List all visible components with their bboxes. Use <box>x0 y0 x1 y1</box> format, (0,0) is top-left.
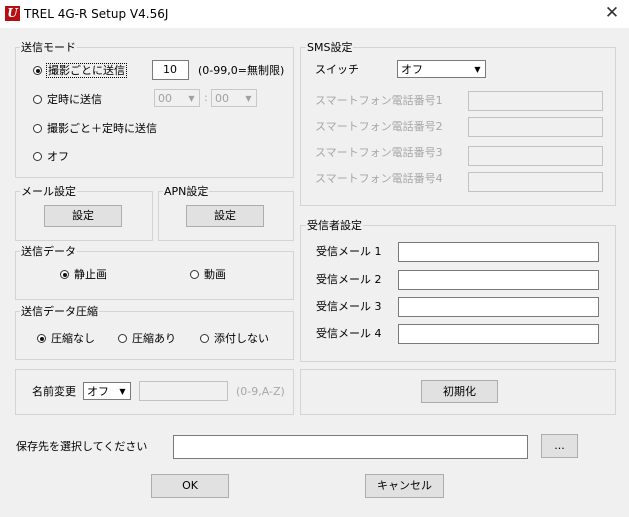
radio-send-scheduled-label[interactable]: 定時に送信 <box>47 93 102 107</box>
recipient-mail-input-1[interactable] <box>398 242 599 262</box>
radio-send-off[interactable] <box>33 152 42 161</box>
compression-legend: 送信データ圧縮 <box>20 305 99 318</box>
sms-phone-label-3: スマートフォン電話番号3 <box>315 146 443 159</box>
radio-video-label[interactable]: 動画 <box>204 268 226 282</box>
radio-send-both-label[interactable]: 撮影ごと＋定時に送信 <box>47 122 157 136</box>
sms-phone-label-2: スマートフォン電話番号2 <box>315 120 443 133</box>
radio-video[interactable] <box>190 270 199 279</box>
rename-label: 名前変更 <box>32 385 76 398</box>
radio-send-both[interactable] <box>33 124 42 133</box>
radio-compression-label[interactable]: 圧縮あり <box>132 332 176 346</box>
app-icon: U <box>5 6 20 21</box>
initialize-button[interactable]: 初期化 <box>421 380 498 403</box>
time-minute-select[interactable]: 00 ▼ <box>211 89 257 107</box>
radio-no-attach-label[interactable]: 添付しない <box>214 332 269 346</box>
mail-settings-button[interactable]: 設定 <box>44 205 122 227</box>
sms-phone-input-2[interactable] <box>468 117 603 137</box>
time-separator: : <box>204 91 208 104</box>
recipient-mail-label-3: 受信メール 3 <box>316 300 382 313</box>
send-count-value: 10 <box>163 63 177 76</box>
recipient-mail-label-2: 受信メール 2 <box>316 273 382 286</box>
radio-compression[interactable] <box>118 334 127 343</box>
sms-phone-label-1: スマートフォン電話番号1 <box>315 94 443 107</box>
radio-still-image-label[interactable]: 静止画 <box>74 268 107 282</box>
apn-settings-legend: APN設定 <box>163 185 210 198</box>
send-mode-legend: 送信モード <box>20 41 77 54</box>
recipient-mail-label-1: 受信メール 1 <box>316 245 382 258</box>
sms-phone-input-4[interactable] <box>468 172 603 192</box>
sms-switch-select[interactable]: オフ ▼ <box>397 60 486 78</box>
sms-switch-value: オフ <box>401 63 423 76</box>
mail-settings-legend: メール設定 <box>20 185 77 198</box>
recipients-legend: 受信者設定 <box>306 219 363 232</box>
ok-button[interactable]: OK <box>151 474 229 498</box>
time-minute-value: 00 <box>215 92 229 105</box>
radio-send-off-label[interactable]: オフ <box>47 150 69 164</box>
mail-settings-button-label: 設定 <box>72 209 94 222</box>
save-path-input[interactable] <box>173 435 528 459</box>
rename-input[interactable] <box>139 381 228 401</box>
browse-button[interactable]: ... <box>541 434 578 458</box>
recipient-mail-label-4: 受信メール 4 <box>316 327 382 340</box>
ok-button-label: OK <box>182 479 198 492</box>
sms-phone-input-3[interactable] <box>468 146 603 166</box>
cancel-button[interactable]: キャンセル <box>365 474 444 498</box>
radio-no-compression[interactable] <box>37 334 46 343</box>
cancel-button-label: キャンセル <box>377 479 432 492</box>
sms-phone-label-4: スマートフォン電話番号4 <box>315 172 443 185</box>
chevron-down-icon: ▼ <box>245 93 252 103</box>
chevron-down-icon: ▼ <box>188 93 195 103</box>
send-count-hint: (0-99,0=無制限) <box>198 64 285 77</box>
initialize-button-label: 初期化 <box>443 385 476 398</box>
sms-switch-label: スイッチ <box>315 63 359 76</box>
apn-settings-button[interactable]: 設定 <box>186 205 264 227</box>
recipient-mail-input-2[interactable] <box>398 270 599 290</box>
window-title: TREL 4G-R Setup V4.56J <box>24 7 169 21</box>
chevron-down-icon: ▼ <box>119 386 126 396</box>
close-icon[interactable]: ✕ <box>600 2 624 24</box>
rename-select-value: オフ <box>87 385 109 398</box>
radio-no-attach[interactable] <box>200 334 209 343</box>
recipient-mail-input-4[interactable] <box>398 324 599 344</box>
radio-send-scheduled[interactable] <box>33 95 42 104</box>
send-data-legend: 送信データ <box>20 245 77 258</box>
send-count-input[interactable]: 10 <box>152 60 189 80</box>
rename-select[interactable]: オフ ▼ <box>83 382 131 400</box>
time-hour-select[interactable]: 00 ▼ <box>154 89 200 107</box>
apn-settings-button-label: 設定 <box>214 209 236 222</box>
chevron-down-icon: ▼ <box>474 64 481 74</box>
save-path-label: 保存先を選択してください <box>16 440 148 453</box>
browse-button-label: ... <box>554 439 565 452</box>
rename-hint: (0-9,A-Z) <box>236 385 285 398</box>
sms-phone-input-1[interactable] <box>468 91 603 111</box>
sms-legend: SMS設定 <box>306 41 354 54</box>
time-hour-value: 00 <box>158 92 172 105</box>
send-data-group <box>15 251 294 300</box>
radio-no-compression-label[interactable]: 圧縮なし <box>51 332 95 346</box>
radio-send-each-shot-label[interactable]: 撮影ごとに送信 <box>46 63 127 78</box>
radio-send-each-shot[interactable] <box>33 66 42 75</box>
recipient-mail-input-3[interactable] <box>398 297 599 317</box>
radio-still-image[interactable] <box>60 270 69 279</box>
